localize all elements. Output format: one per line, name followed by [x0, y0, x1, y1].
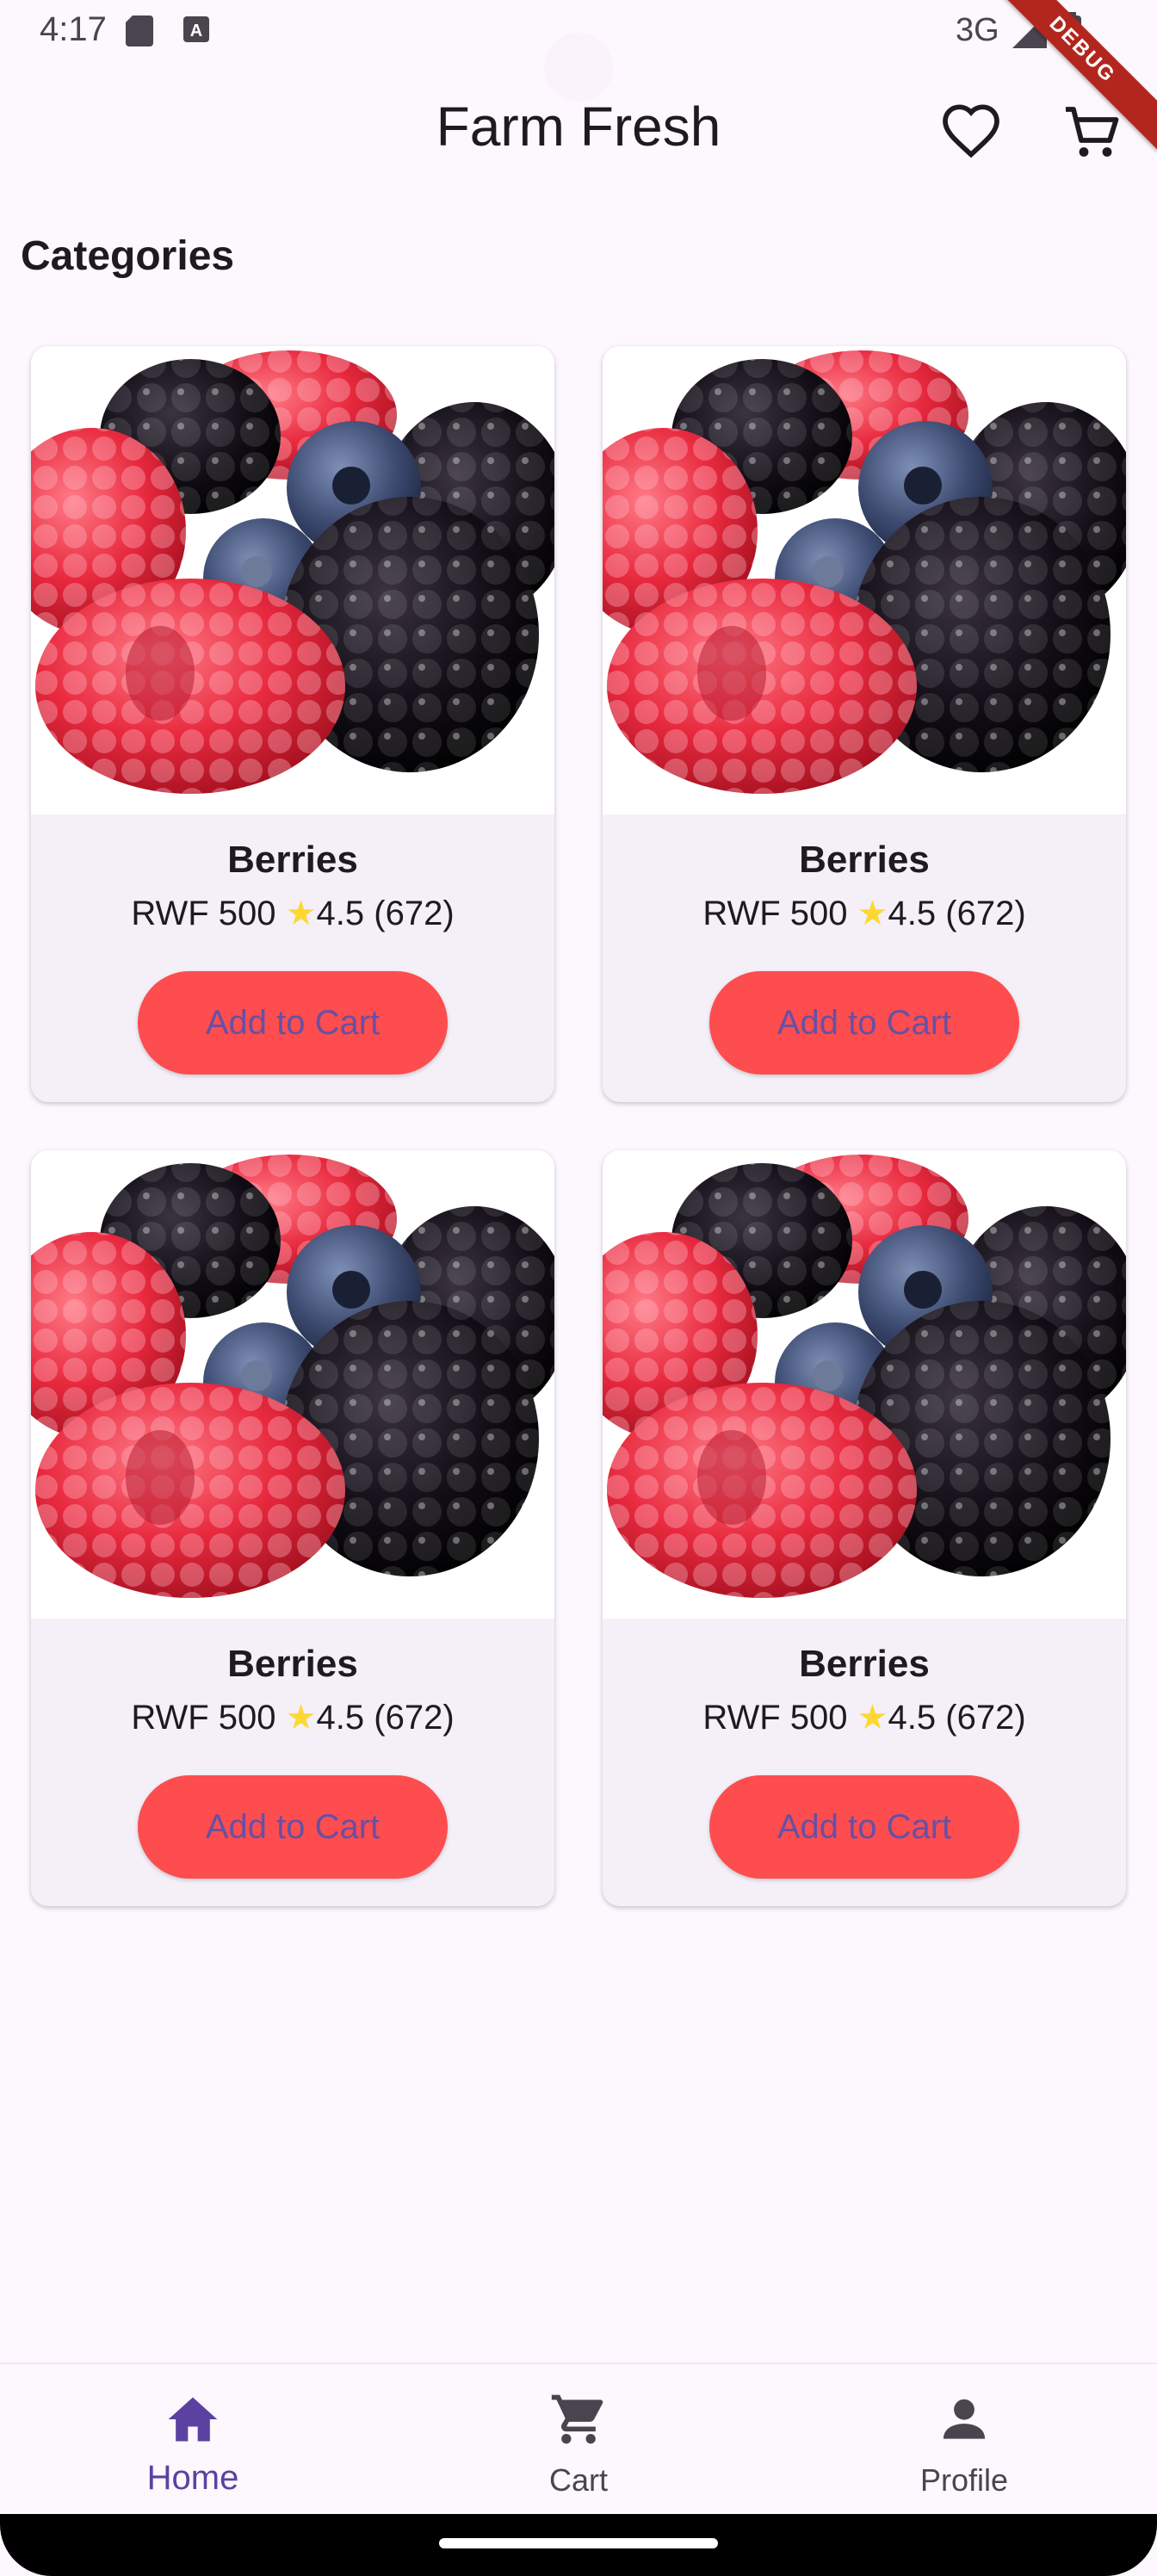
star-icon: ★ — [857, 895, 888, 932]
product-price: RWF 500 — [702, 895, 848, 932]
bottom-navigation: Home Cart Profile — [0, 2362, 1157, 2516]
product-meta: RWF 500 ★4.5 (672) — [31, 894, 554, 933]
product-price: RWF 500 — [702, 1699, 848, 1737]
product-reviews: (672) — [374, 1699, 455, 1737]
product-name: Berries — [799, 839, 930, 881]
sd-card-icon — [126, 15, 153, 46]
star-icon: ★ — [285, 895, 317, 932]
product-name: Berries — [799, 1643, 930, 1685]
product-meta: RWF 500 ★4.5 (672) — [31, 1698, 554, 1737]
person-icon — [943, 2399, 986, 2439]
product-image — [31, 346, 554, 814]
product-reviews: (672) — [945, 1699, 1026, 1737]
add-to-cart-button[interactable]: Add to Cart — [709, 971, 1019, 1074]
product-name: Berries — [227, 1643, 358, 1685]
svg-text:A: A — [190, 22, 202, 40]
product-price: RWF 500 — [131, 1699, 276, 1737]
cart-icon — [551, 2394, 603, 2444]
star-icon: ★ — [857, 1699, 888, 1737]
status-bar: 4:17 A 3G — [0, 0, 1157, 102]
nav-item-profile[interactable]: Profile — [771, 2364, 1157, 2516]
star-icon: ★ — [285, 1699, 317, 1737]
nav-item-home[interactable]: Home — [0, 2364, 386, 2516]
product-rating: 4.5 — [888, 1699, 937, 1737]
nav-label-cart: Cart — [548, 2462, 608, 2498]
product-reviews: (672) — [945, 895, 1026, 932]
product-image — [31, 1150, 554, 1619]
product-meta: RWF 500 ★4.5 (672) — [603, 1698, 1126, 1737]
home-gesture-handle[interactable] — [439, 2538, 718, 2548]
product-card[interactable]: Berries RWF 500 ★4.5 (672) Add to Cart — [603, 346, 1126, 1102]
product-rating: 4.5 — [888, 895, 937, 932]
product-image — [603, 1150, 1126, 1619]
product-card[interactable]: Berries RWF 500 ★4.5 (672) Add to Cart — [31, 346, 554, 1102]
nav-item-cart[interactable]: Cart — [386, 2364, 771, 2516]
product-card[interactable]: Berries RWF 500 ★4.5 (672) Add to Cart — [603, 1150, 1126, 1906]
favorite-icon[interactable] — [940, 102, 1002, 164]
product-rating: 4.5 — [316, 895, 365, 932]
keyboard-a-icon: A — [183, 16, 209, 42]
add-to-cart-button[interactable]: Add to Cart — [138, 1775, 448, 1879]
nav-label-home: Home — [146, 2459, 239, 2497]
section-title: Categories — [21, 233, 235, 279]
add-to-cart-button[interactable]: Add to Cart — [138, 971, 448, 1074]
product-name: Berries — [227, 839, 358, 881]
network-type: 3G — [956, 12, 999, 48]
cart-icon[interactable] — [1061, 102, 1123, 164]
product-card[interactable]: Berries RWF 500 ★4.5 (672) Add to Cart — [31, 1150, 554, 1906]
add-to-cart-button[interactable]: Add to Cart — [709, 1775, 1019, 1879]
product-meta: RWF 500 ★4.5 (672) — [603, 894, 1126, 933]
home-icon — [168, 2397, 218, 2442]
status-time: 4:17 — [40, 10, 107, 48]
product-rating: 4.5 — [316, 1699, 365, 1737]
product-price: RWF 500 — [131, 895, 276, 932]
product-image — [603, 346, 1126, 814]
camera-cutout — [544, 33, 613, 102]
product-reviews: (672) — [374, 895, 455, 932]
nav-label-profile: Profile — [919, 2462, 1009, 2498]
